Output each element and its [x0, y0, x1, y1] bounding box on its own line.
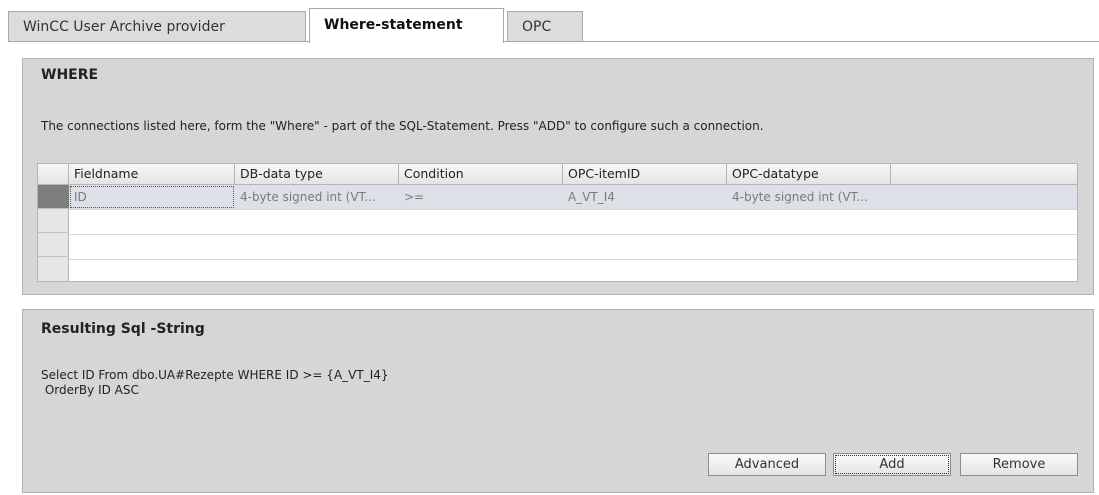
- cell-db-data-type[interactable]: 4-byte signed int (VT...: [235, 185, 399, 209]
- remove-button[interactable]: Remove: [960, 453, 1078, 476]
- column-header-fieldname[interactable]: Fieldname: [69, 164, 235, 184]
- sql-line-2: OrderBy ID ASC: [41, 383, 139, 397]
- tab-label: Where-statement: [324, 17, 463, 33]
- row-selector[interactable]: [38, 233, 69, 257]
- sql-string: Select ID From dbo.UA#Rezepte WHERE ID >…: [41, 368, 389, 398]
- where-panel: WHERE The connections listed here, form …: [22, 58, 1094, 295]
- cell-opc-itemid[interactable]: A_VT_I4: [563, 185, 727, 209]
- tab-label: OPC: [522, 19, 552, 35]
- result-title: Resulting Sql -String: [41, 321, 205, 337]
- column-header-db-data-type[interactable]: DB-data type: [235, 164, 399, 184]
- table-row[interactable]: [69, 235, 1077, 260]
- tab-label: WinCC User Archive provider: [23, 19, 225, 35]
- column-header-opc-datatype[interactable]: OPC-datatype: [727, 164, 891, 184]
- add-button[interactable]: Add: [833, 453, 951, 476]
- row-selector[interactable]: [38, 257, 69, 281]
- sql-line-1: Select ID From dbo.UA#Rezepte WHERE ID >…: [41, 368, 389, 382]
- tab-where-statement[interactable]: Where-statement: [309, 8, 504, 43]
- grid-header: Fieldname DB-data type Condition OPC-ite…: [38, 164, 1077, 185]
- table-row[interactable]: ID 4-byte signed int (VT... >= A_VT_I4 4…: [69, 185, 1077, 210]
- where-description: The connections listed here, form the "W…: [41, 119, 764, 133]
- tab-bar: WinCC User Archive provider Where-statem…: [8, 8, 1099, 43]
- column-header-opc-itemid[interactable]: OPC-itemID: [563, 164, 727, 184]
- cell-opc-datatype[interactable]: 4-byte signed int (VT...: [727, 185, 891, 209]
- result-panel: Resulting Sql -String Select ID From dbo…: [22, 309, 1094, 493]
- cell-fieldname[interactable]: ID: [69, 185, 235, 209]
- row-header-column: [38, 185, 69, 281]
- where-grid: Fieldname DB-data type Condition OPC-ite…: [37, 163, 1078, 282]
- column-header-condition[interactable]: Condition: [399, 164, 563, 184]
- cell-condition[interactable]: >=: [399, 185, 563, 209]
- tab-wincc-user-archive-provider[interactable]: WinCC User Archive provider: [8, 11, 306, 41]
- tab-opc[interactable]: OPC: [507, 11, 583, 41]
- where-title: WHERE: [41, 67, 99, 83]
- table-row[interactable]: [69, 210, 1077, 235]
- header-corner: [38, 164, 69, 184]
- advanced-button[interactable]: Advanced: [708, 453, 826, 476]
- row-selector[interactable]: [38, 185, 69, 209]
- row-selector[interactable]: [38, 209, 69, 233]
